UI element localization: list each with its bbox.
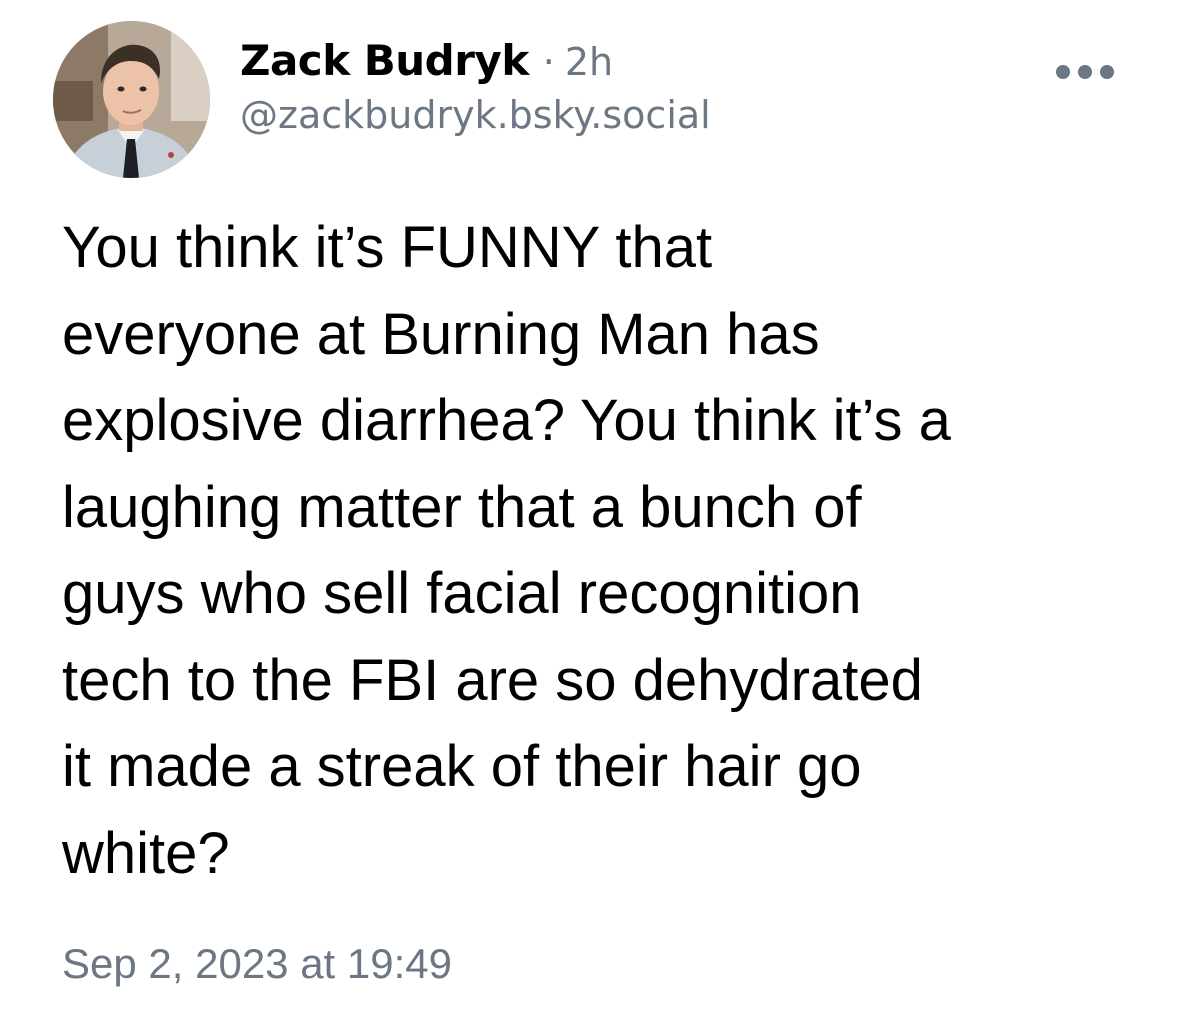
post-timestamp: Sep 2, 2023 at 19:49 (62, 940, 452, 987)
post-card: Zack Budryk · 2h @zackbudryk.bsky.social… (0, 0, 1179, 1036)
more-dot-3 (1100, 65, 1114, 79)
post-text-line: it made a streak of their hair go (62, 734, 862, 799)
post-text-line: explosive diarrhea? You think it’s a (62, 388, 951, 453)
post-text-line: tech to the FBI are so dehydrated (62, 647, 923, 713)
author-name-row: Zack Budryk · 2h (240, 36, 711, 85)
separator-dot: · (542, 40, 555, 84)
avatar-image (53, 21, 210, 178)
post-text: You think it’s FUNNY that everyone at Bu… (62, 205, 1142, 897)
post-text-line: You think it’s FUNNY that (62, 215, 713, 280)
more-dot-2 (1078, 65, 1092, 79)
author-display-name[interactable]: Zack Budryk (240, 36, 529, 85)
post-text-line: guys who sell facial recognition (62, 561, 862, 626)
relative-time[interactable]: 2h (565, 40, 613, 84)
post-text-line: everyone at Burning Man has (62, 301, 820, 367)
post-header: Zack Budryk · 2h @zackbudryk.bsky.social (240, 36, 711, 156)
more-dot-1 (1056, 65, 1070, 79)
author-avatar[interactable] (53, 21, 210, 178)
author-handle[interactable]: @zackbudryk.bsky.social (240, 93, 711, 137)
post-text-line: white? (62, 820, 230, 886)
post-text-line: laughing matter that a bunch of (62, 474, 862, 540)
more-options-icon[interactable] (1050, 52, 1120, 92)
